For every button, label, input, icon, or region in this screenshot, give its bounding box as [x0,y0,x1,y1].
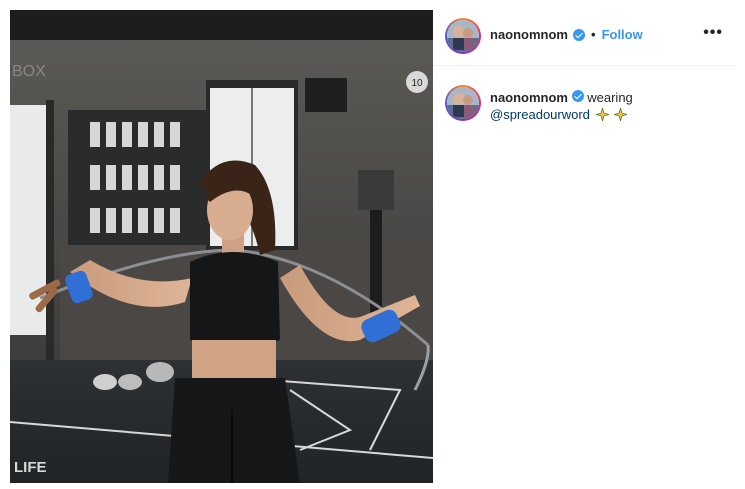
gym-photo-illustration: 10 BOX LIFE [10,10,433,483]
caption-body: wearing [587,90,633,105]
caption-verified-badge-icon [571,90,584,102]
header-user-line: naonomnom • Follow [490,27,643,42]
avatar-image [447,20,479,52]
sparkle-icon [595,108,609,121]
verified-badge-icon [573,28,585,41]
caption-text: naonomnom wearing @spreadourword [490,89,720,123]
caption-mention-link[interactable]: @spreadourword [490,107,590,122]
follow-button[interactable]: Follow [602,27,643,42]
caption-avatar[interactable] [445,85,481,121]
post-photo[interactable]: 10 BOX LIFE [10,10,433,483]
floor-text: LIFE [14,459,47,476]
post-sidebar: naonomnom • Follow ••• naonomnom wearing… [433,10,735,483]
separator-dot: • [591,27,596,42]
caption-avatar-image [447,87,479,119]
header-username[interactable]: naonomnom [490,27,568,42]
wall-sign-text: BOX [12,63,46,80]
post-header: naonomnom • Follow ••• [433,10,735,66]
sparkle-icon [614,108,628,121]
clock-number: 10 [411,78,423,89]
caption-username[interactable]: naonomnom [490,90,568,105]
more-options-icon[interactable]: ••• [703,24,723,42]
avatar[interactable] [445,18,481,54]
